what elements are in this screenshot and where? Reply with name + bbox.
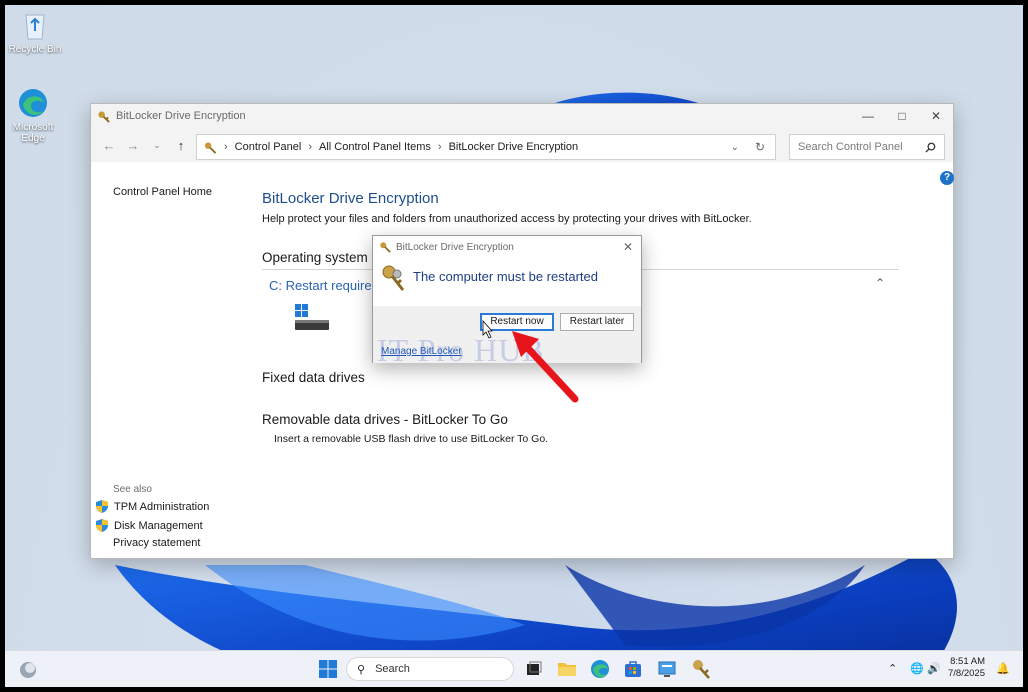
widgets-icon[interactable] <box>17 659 39 681</box>
bitlocker-key-icon[interactable] <box>690 658 712 680</box>
start-windows-icon[interactable] <box>317 658 339 680</box>
taskbar-search-box[interactable]: ⚲ Search <box>346 657 514 681</box>
screen: Recycle Bin Microsoft Edge BitLocker Dri… <box>5 5 1023 687</box>
control-panel-icon[interactable] <box>656 658 678 680</box>
clock-time: 8:51 AM <box>950 656 985 667</box>
red-arrow-icon <box>512 331 579 403</box>
microsoft-store-icon[interactable] <box>622 658 644 680</box>
show-hidden-icons-chevron-icon[interactable]: ⌃ <box>888 662 897 675</box>
edge-icon[interactable] <box>589 658 611 680</box>
clock-date: 7/8/2025 <box>948 668 985 679</box>
volume-icon[interactable]: 🔊 <box>927 662 941 675</box>
mouse-cursor-icon <box>482 319 493 339</box>
search-icon: ⚲ <box>357 663 366 676</box>
taskbar-search-placeholder: Search <box>375 663 410 675</box>
file-explorer-icon[interactable] <box>556 658 578 680</box>
notification-bell-icon[interactable]: 🔔 <box>996 662 1010 675</box>
network-globe-icon[interactable]: 🌐 <box>910 662 924 675</box>
task-view-icon[interactable] <box>523 658 545 680</box>
annotation-layer <box>482 319 579 403</box>
taskbar: ⚲ Search ⌃ 🌐 🔊 8:51 AM 7/8/2025 🔔 <box>5 650 1023 687</box>
system-clock[interactable]: 8:51 AM 7/8/2025 <box>948 656 985 680</box>
